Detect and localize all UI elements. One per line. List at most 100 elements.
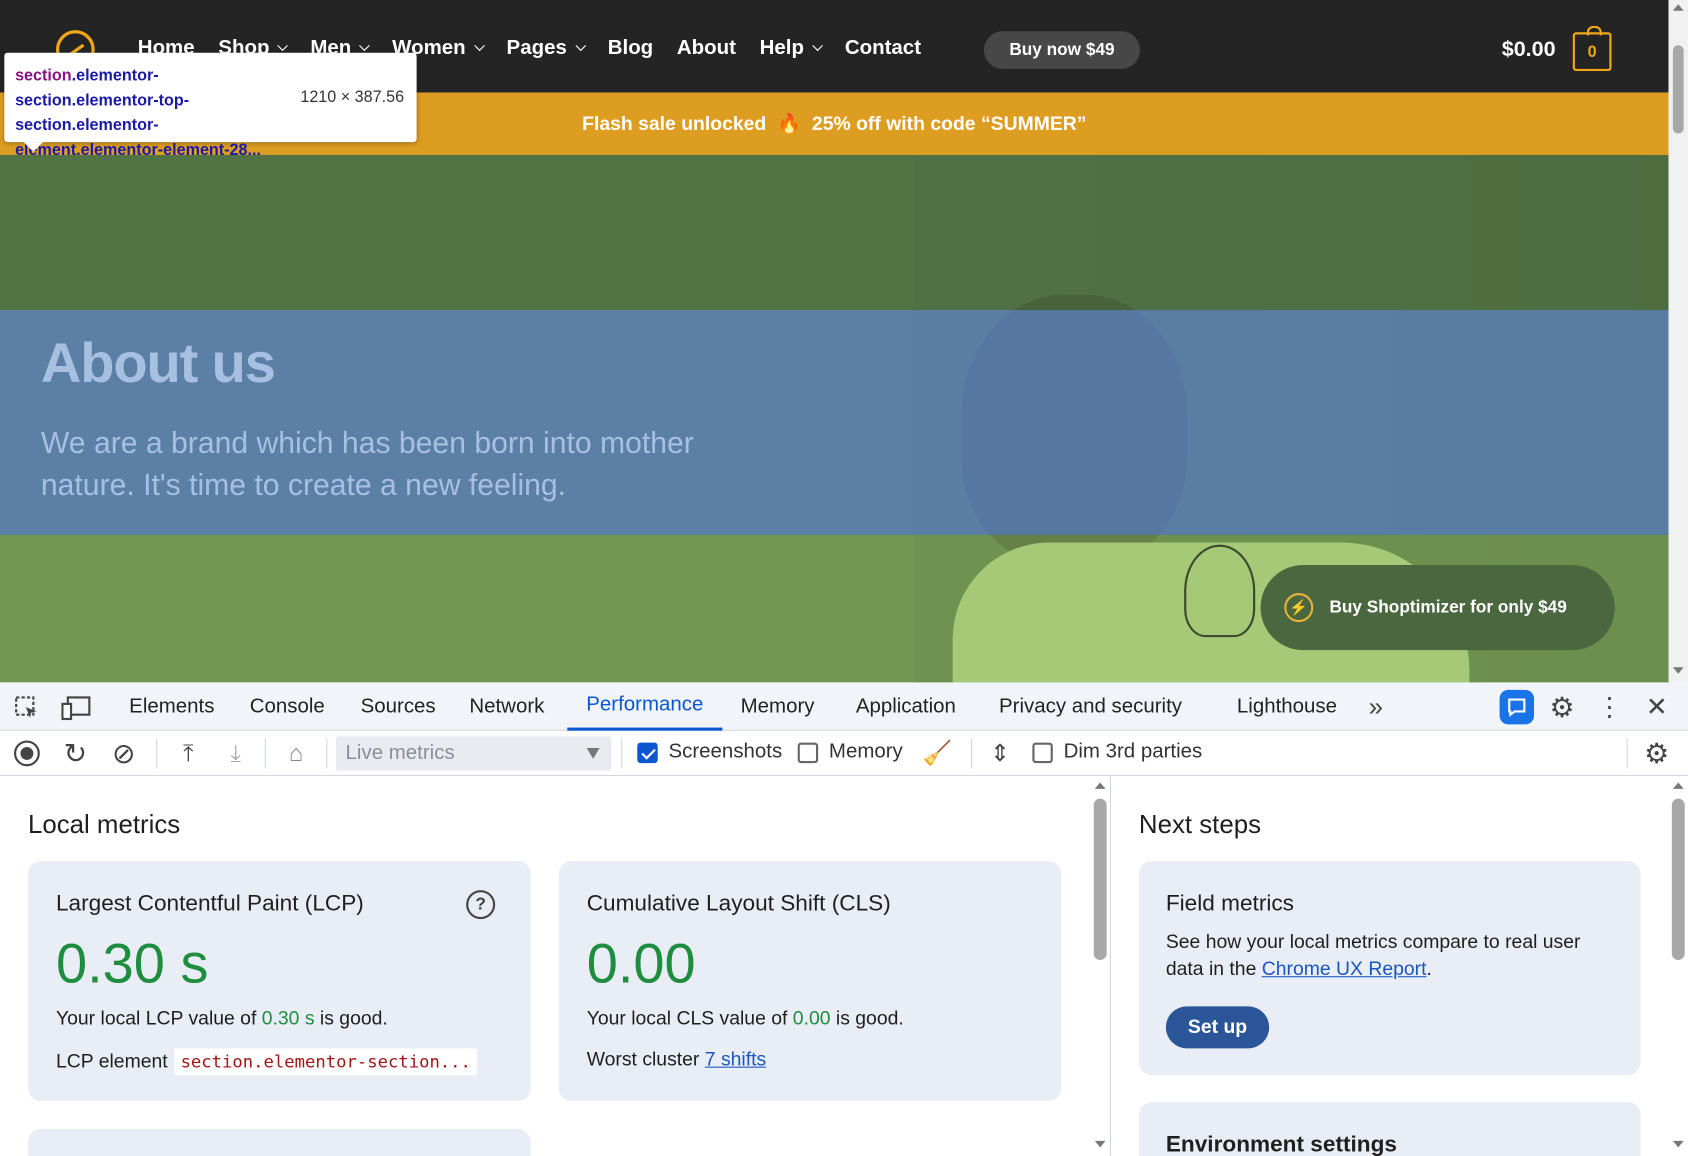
cart-count: 0 <box>1587 42 1597 61</box>
tab-sources[interactable]: Sources <box>361 682 436 730</box>
cls-cluster-link[interactable]: 7 shifts <box>705 1048 766 1070</box>
nav-item-label: Contact <box>844 36 922 60</box>
screenshots-label: Screenshots <box>668 740 783 764</box>
dim-3rd-parties-checkbox[interactable] <box>1032 742 1053 764</box>
buy-shoptimizer-button[interactable]: ⚡ Buy Shoptimizer for only $49 <box>1260 565 1615 651</box>
tab-application[interactable]: Application <box>856 682 956 730</box>
set-up-button[interactable]: Set up <box>1165 1006 1270 1049</box>
field-metrics-title: Field metrics <box>1165 891 1294 916</box>
metrics-scrollbar-thumb[interactable] <box>1093 798 1107 961</box>
page-scrollbar-thumb[interactable] <box>1672 45 1684 134</box>
inspect-element-icon[interactable] <box>13 694 41 722</box>
lightning-icon: ⚡ <box>1284 593 1314 623</box>
cls-desc-post: is good. <box>830 1007 904 1029</box>
memory-label: Memory <box>828 740 903 764</box>
lcp-element-value[interactable]: section.elementor-section... <box>174 1048 478 1076</box>
ai-assistance-icon[interactable] <box>1499 689 1535 725</box>
highlight-margin-top <box>0 154 1669 310</box>
screenshots-checkbox[interactable] <box>637 742 658 764</box>
cls-card: Cumulative Layout Shift (CLS) 0.00 Your … <box>558 861 1062 1102</box>
settings-gear-icon[interactable]: ⚙ <box>1547 690 1577 722</box>
memory-checkbox[interactable] <box>797 742 819 764</box>
collapse-icon[interactable]: ⇕ <box>986 739 1014 767</box>
kebab-menu-icon[interactable]: ⋮ <box>1596 692 1622 722</box>
lcp-value: 0.30 s <box>55 933 209 996</box>
lcp-element-label: LCP element <box>55 1050 168 1072</box>
field-metrics-description: See how your local metrics compare to re… <box>1166 929 1618 983</box>
device-toolbar-icon[interactable] <box>61 694 91 722</box>
tab-elements[interactable]: Elements <box>129 682 214 730</box>
hero-text: We are a brand which has been born into … <box>40 426 694 502</box>
divider <box>264 738 266 769</box>
tab-console[interactable]: Console <box>250 682 325 730</box>
next-steps-scroll-up-icon[interactable] <box>1672 782 1684 789</box>
lcp-title: Largest Contentful Paint (LCP) <box>55 891 364 916</box>
divider <box>326 738 328 769</box>
nav-item-pages[interactable]: Pages <box>506 36 586 61</box>
tab-memory[interactable]: Memory <box>741 682 815 730</box>
nav-item-label: Help <box>759 36 804 60</box>
tab-performance[interactable]: Performance <box>567 682 723 731</box>
help-icon[interactable]: ? <box>466 890 496 920</box>
tooltip-selector-tag: section <box>15 66 72 86</box>
inp-card <box>27 1129 531 1156</box>
mode-select[interactable]: Live metrics <box>335 736 612 771</box>
metrics-scroll-down-icon[interactable] <box>1094 1140 1106 1148</box>
cls-value: 0.00 <box>586 933 696 996</box>
scroll-up-icon[interactable] <box>1672 4 1684 11</box>
nav-item-label: Pages <box>506 36 567 60</box>
cart-total[interactable]: $0.00 <box>1502 38 1556 63</box>
scroll-down-icon[interactable] <box>1672 667 1684 674</box>
nav-item-label: About <box>676 36 736 60</box>
chrome-ux-report-link[interactable]: Chrome UX Report <box>1262 958 1427 980</box>
nav-item-about[interactable]: About <box>677 37 736 61</box>
nav-item-contact[interactable]: Contact <box>845 37 921 61</box>
page-scrollbar[interactable] <box>1668 0 1688 683</box>
cls-cluster-label: Worst cluster <box>586 1048 700 1070</box>
cta-label: Buy Shoptimizer for only $49 <box>1329 597 1567 617</box>
cls-description: Your local CLS value of 0.00 is good. <box>587 1007 904 1030</box>
divider <box>971 738 973 769</box>
tooltip-selector: section.elementor-section.elementor-top-… <box>15 64 284 163</box>
local-metrics-heading: Local metrics <box>27 810 181 840</box>
next-steps-scrollbar-thumb[interactable] <box>1671 798 1685 961</box>
cls-title: Cumulative Layout Shift (CLS) <box>586 891 891 916</box>
upload-profile-icon[interactable]: ⤒ <box>174 739 202 767</box>
tab-network[interactable]: Network <box>469 682 544 730</box>
sale-text-right: 25% off with code “SUMMER” <box>811 112 1087 134</box>
next-steps-heading: Next steps <box>1138 810 1262 840</box>
close-devtools-icon[interactable]: ✕ <box>1643 692 1671 722</box>
more-tabs-icon[interactable]: » <box>1363 693 1389 722</box>
cls-desc-value: 0.00 <box>792 1007 831 1029</box>
cls-cluster-row: Worst cluster 7 shifts <box>587 1048 766 1071</box>
hero-title: About us <box>40 332 276 396</box>
sale-text-left: Flash sale unlocked <box>582 112 767 134</box>
record-icon[interactable] <box>13 739 41 767</box>
nav-item-help[interactable]: Help <box>759 36 823 61</box>
home-icon[interactable]: ⌂ <box>282 739 310 767</box>
buy-now-button[interactable]: Buy now $49 <box>983 31 1141 69</box>
reload-record-icon[interactable]: ↻ <box>61 737 89 769</box>
next-steps-scroll-down-icon[interactable] <box>1672 1140 1684 1148</box>
divider <box>156 738 158 769</box>
field-desc-post: . <box>1426 957 1432 980</box>
nav-item-blog[interactable]: Blog <box>608 37 653 61</box>
garbage-collect-icon[interactable]: 🧹 <box>923 739 953 767</box>
metrics-scroll-up-icon[interactable] <box>1094 782 1106 789</box>
divider <box>1626 738 1628 769</box>
environment-settings-card: Environment settings <box>1138 1102 1641 1156</box>
tooltip-dimensions: 1210 × 387.56 <box>300 88 405 107</box>
chevron-down-icon <box>812 40 823 52</box>
hero-section: About us We are a brand which has been b… <box>0 154 1669 683</box>
tab-lighthouse[interactable]: Lighthouse <box>1237 682 1337 730</box>
nav-item-label: Blog <box>607 36 654 60</box>
lcp-description: Your local LCP value of 0.30 s is good. <box>56 1007 388 1030</box>
lcp-desc-pre: Your local LCP value of <box>55 1007 262 1029</box>
clear-icon[interactable]: ⊘ <box>110 737 138 769</box>
download-profile-icon[interactable]: ⤓ <box>222 739 250 767</box>
cls-desc-pre: Your local CLS value of <box>586 1007 793 1029</box>
capture-settings-icon[interactable]: ⚙ <box>1642 737 1672 769</box>
tab-privacy-and-security[interactable]: Privacy and security <box>999 682 1182 730</box>
lcp-desc-value: 0.30 s <box>261 1007 315 1029</box>
cart-icon[interactable]: 0 <box>1572 25 1612 72</box>
